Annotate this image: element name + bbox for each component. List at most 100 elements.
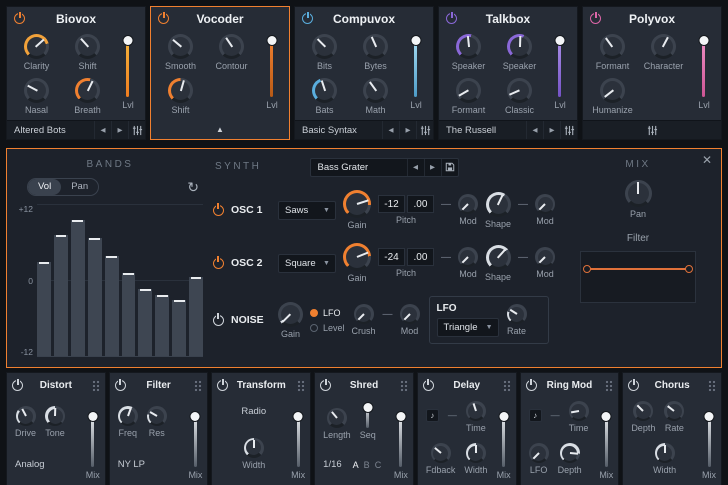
mix-slider[interactable]	[91, 415, 94, 467]
drag-handle-icon[interactable]	[297, 380, 305, 392]
prev-preset-icon[interactable]: ◀	[382, 121, 399, 139]
lfo-radio[interactable]: LFO	[310, 308, 345, 318]
rate-knob[interactable]	[664, 401, 684, 421]
pattern-c-button[interactable]: C	[375, 460, 382, 470]
math-knob[interactable]	[363, 78, 388, 103]
level-slider[interactable]	[414, 39, 417, 97]
band-bar[interactable]	[172, 300, 186, 356]
note-sync-icon[interactable]: ♪	[426, 409, 439, 422]
osc2-power-icon[interactable]	[213, 258, 224, 269]
next-preset-icon[interactable]: ▶	[111, 121, 128, 139]
band-bar[interactable]	[37, 262, 51, 356]
power-icon[interactable]	[628, 380, 639, 391]
osc2-wave-dropdown[interactable]: Square▼	[278, 254, 336, 273]
seq-slider[interactable]	[366, 406, 369, 428]
power-icon[interactable]	[320, 380, 331, 391]
note-sync-icon[interactable]: ♪	[529, 409, 542, 422]
power-icon[interactable]	[302, 13, 313, 24]
osc1-shape-knob[interactable]	[486, 192, 511, 217]
band-bar[interactable]	[122, 273, 136, 356]
osc2-pitch-fine[interactable]: .00	[407, 248, 434, 266]
power-icon[interactable]	[423, 380, 434, 391]
speaker-knob[interactable]	[456, 34, 481, 59]
noise-gain-knob[interactable]	[278, 302, 303, 327]
level-slider[interactable]	[126, 39, 129, 97]
next-preset-icon[interactable]: ▶	[399, 121, 416, 139]
band-bar[interactable]	[88, 238, 102, 356]
fx-distort[interactable]: Distort Drive Tone Analog Mix	[6, 372, 106, 485]
bits-knob[interactable]	[312, 34, 337, 59]
osc1-power-icon[interactable]	[213, 205, 224, 216]
close-icon[interactable]: ✕	[702, 154, 712, 166]
noise-power-icon[interactable]	[213, 315, 224, 326]
module-mixer-icon[interactable]	[128, 121, 145, 139]
band-bar[interactable]	[105, 256, 119, 356]
pattern-a-button[interactable]: A	[353, 460, 359, 470]
depth-knob[interactable]	[633, 401, 653, 421]
fx-shred[interactable]: Shred Length Seq 1/16 A B C Mix	[314, 372, 414, 485]
mix-slider[interactable]	[605, 415, 608, 467]
crush-knob[interactable]	[354, 304, 374, 324]
drag-handle-icon[interactable]	[503, 380, 511, 392]
band-bar[interactable]	[189, 277, 203, 356]
reset-bands-icon[interactable]: ↻	[187, 180, 199, 194]
fx-transform[interactable]: Transform Radio Width Mix	[211, 372, 311, 485]
level-slider[interactable]	[702, 39, 705, 97]
formant-knob[interactable]	[456, 78, 481, 103]
filter-node[interactable]	[583, 265, 591, 273]
lfo-rate-knob[interactable]	[507, 304, 527, 324]
power-icon[interactable]	[526, 380, 537, 391]
power-icon[interactable]	[217, 380, 228, 391]
mix-slider[interactable]	[194, 415, 197, 467]
next-preset-icon[interactable]: ▶	[543, 121, 560, 139]
freq-knob[interactable]	[118, 406, 138, 426]
formant-knob[interactable]	[600, 34, 625, 59]
mix-slider[interactable]	[399, 415, 402, 467]
vol-toggle[interactable]: Vol	[28, 179, 61, 195]
power-icon[interactable]	[14, 13, 25, 24]
tone-knob[interactable]	[45, 406, 65, 426]
preset-name[interactable]: The Russell	[439, 125, 526, 136]
level-radio[interactable]: Level	[310, 323, 345, 333]
filter-mode-dropdown[interactable]: NY LP	[118, 459, 145, 470]
time-knob[interactable]	[466, 401, 486, 421]
power-icon[interactable]	[115, 380, 126, 391]
synth-preset-name[interactable]: Bass Grater	[311, 159, 407, 176]
module-mixer-icon[interactable]	[560, 121, 577, 139]
shift-knob[interactable]	[75, 34, 100, 59]
pan-knob[interactable]	[625, 180, 652, 207]
osc2-shape-knob[interactable]	[486, 245, 511, 270]
pattern-b-button[interactable]: B	[364, 460, 370, 470]
width-knob[interactable]	[655, 443, 675, 463]
classic-knob[interactable]	[507, 78, 532, 103]
module-mixer-icon[interactable]	[416, 121, 433, 139]
osc2-pitch-mod-knob[interactable]	[458, 247, 478, 267]
preset-name[interactable]: Altered Bots	[7, 125, 94, 136]
preset-name[interactable]: Basic Syntax	[295, 125, 382, 136]
filter-node[interactable]	[685, 265, 693, 273]
pan-toggle[interactable]: Pan	[61, 179, 98, 195]
power-icon[interactable]	[590, 13, 601, 24]
bats-knob[interactable]	[312, 78, 337, 103]
module-compuvox[interactable]: Compuvox Bits Bytes Bats Math Lvl Basic …	[294, 6, 434, 140]
time-knob[interactable]	[569, 401, 589, 421]
bands-bars[interactable]	[37, 204, 203, 357]
osc1-pitch-mod-knob[interactable]	[458, 194, 478, 214]
power-icon[interactable]	[158, 13, 169, 24]
transform-mode-dropdown[interactable]: Radio	[241, 406, 266, 417]
prev-preset-icon[interactable]: ◀	[94, 121, 111, 139]
osc1-wave-dropdown[interactable]: Saws▼	[278, 201, 336, 220]
osc1-pitch-fine[interactable]: .00	[407, 195, 434, 213]
speaker-knob[interactable]	[507, 34, 532, 59]
band-bar[interactable]	[138, 289, 152, 356]
nasal-knob[interactable]	[24, 78, 49, 103]
osc2-pitch-coarse[interactable]: -24	[378, 248, 405, 266]
osc1-shape-mod-knob[interactable]	[535, 194, 555, 214]
band-bar[interactable]	[71, 220, 85, 356]
next-preset-icon[interactable]: ▶	[424, 159, 441, 176]
lfo-knob[interactable]	[529, 443, 549, 463]
module-talkbox[interactable]: Talkbox Speaker Speaker Formant Classic …	[438, 6, 578, 140]
module-vocoder[interactable]: Vocoder Smooth Contour Shift Lvl ▲	[150, 6, 290, 140]
fdback-knob[interactable]	[431, 443, 451, 463]
depth-knob[interactable]	[560, 443, 580, 463]
